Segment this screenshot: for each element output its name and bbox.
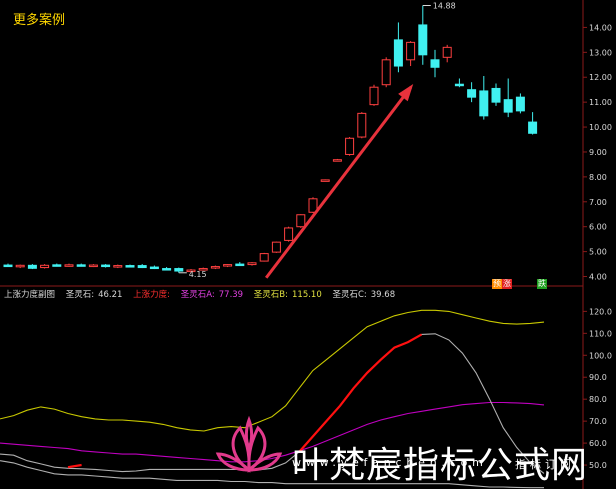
indicator-tick-label: 70.0 [589,417,607,426]
candle-body [320,179,330,182]
price-tick-label: 10.00 [589,123,612,132]
candle-body [503,99,513,113]
legend-shenglingshi-b: 圣灵石B: 115.10 [253,290,322,300]
badge-predict[interactable]: 预 [492,279,502,289]
trend-arrow [265,86,412,279]
candle-body [357,112,367,138]
price-tick-label: 5.00 [589,248,607,257]
candle-body [174,268,184,272]
candle-body [528,121,538,134]
watermark-tag: 指标订阅 [515,458,575,471]
candle-body [101,264,111,268]
badge-fall[interactable]: 跌 [537,279,547,289]
kline-svg: 4.00 5.00 6.00 7.00 8.00 9.00 10.00 11.00 12.00 1… [0,0,612,489]
indicator-tick-label: 90.0 [589,373,607,382]
indicator-tick-label: 100.0 [589,351,612,360]
candle-body [76,264,86,267]
candle-body [40,264,50,269]
kline-chart-window: { "title": "更多案例", "watermark": {"text":… [0,0,616,489]
candle-body [162,268,172,271]
candle-body [235,263,245,267]
candle-body [137,265,147,269]
price-tick-label: 11.00 [589,98,612,107]
candle-body [381,59,391,86]
legend-shenglingshi: 圣灵石: 46.21 [65,290,123,300]
badge-rise[interactable]: 涨 [502,279,512,289]
candle-body [125,265,135,268]
candle-body [64,264,74,267]
candle-body [430,59,440,68]
candle-body [345,137,355,155]
legend-subchart-name: 上涨力度副图 [4,290,56,300]
price-tick-label: 13.00 [589,48,612,57]
candle-body [479,90,489,117]
candle-body [149,266,159,270]
candle-body [491,87,501,103]
indicator-tick-label: 110.0 [589,329,612,338]
legend-shangzhangliduo: 上涨力度: [133,290,171,300]
candle-body [52,264,62,267]
legend-shenglingshi-c: 圣灵石C: 39.68 [332,290,396,300]
series-line-圣灵石B [0,309,545,432]
price-tick-label: 6.00 [589,223,607,232]
candle-body [393,39,403,67]
price-tick-label: 14.00 [589,23,612,32]
candle-body [406,41,416,61]
candle-body [113,265,123,268]
candle-body [418,24,428,56]
subchart-legend: 上涨力度副图 圣灵石: 46.21 上涨力度: 圣灵石A: 77.39 圣灵石B: 1… [4,288,403,300]
indicator-tick-label: 80.0 [589,395,607,404]
indicator-tick-label: 60.0 [589,439,607,448]
legend-shenglingshi-a: 圣灵石A: 77.39 [180,290,244,300]
min-price-label: 4.15 [189,270,207,279]
candle-body [467,89,477,98]
candle-body [454,83,464,87]
candle-body [332,159,342,162]
candle-body [271,241,281,253]
candle-body [3,264,13,268]
price-tick-label: 12.00 [589,73,612,82]
candle-body [284,227,294,241]
price-tick-label: 4.00 [589,273,607,282]
candle-body [247,262,257,266]
indicator-tick-label: 120.0 [589,307,612,316]
max-price-label: 14.88 [433,1,456,10]
price-tick-label: 9.00 [589,148,607,157]
candle-body [88,264,98,268]
indicator-tick-label: 50.0 [589,461,607,470]
candle-body [259,253,269,262]
candle-body [210,266,220,269]
candle-body [15,264,25,268]
candle-body [515,96,525,112]
candle-body [369,86,379,106]
candle-body [27,264,37,269]
more-cases-link[interactable]: 更多案例 [13,9,65,28]
candle-body [296,214,306,228]
price-tick-label: 8.00 [589,173,607,182]
price-tick-label: 7.00 [589,198,607,207]
candle-body [223,264,233,267]
candle-body [442,46,452,58]
watermark-url: www.yefanchen.com [292,456,488,469]
